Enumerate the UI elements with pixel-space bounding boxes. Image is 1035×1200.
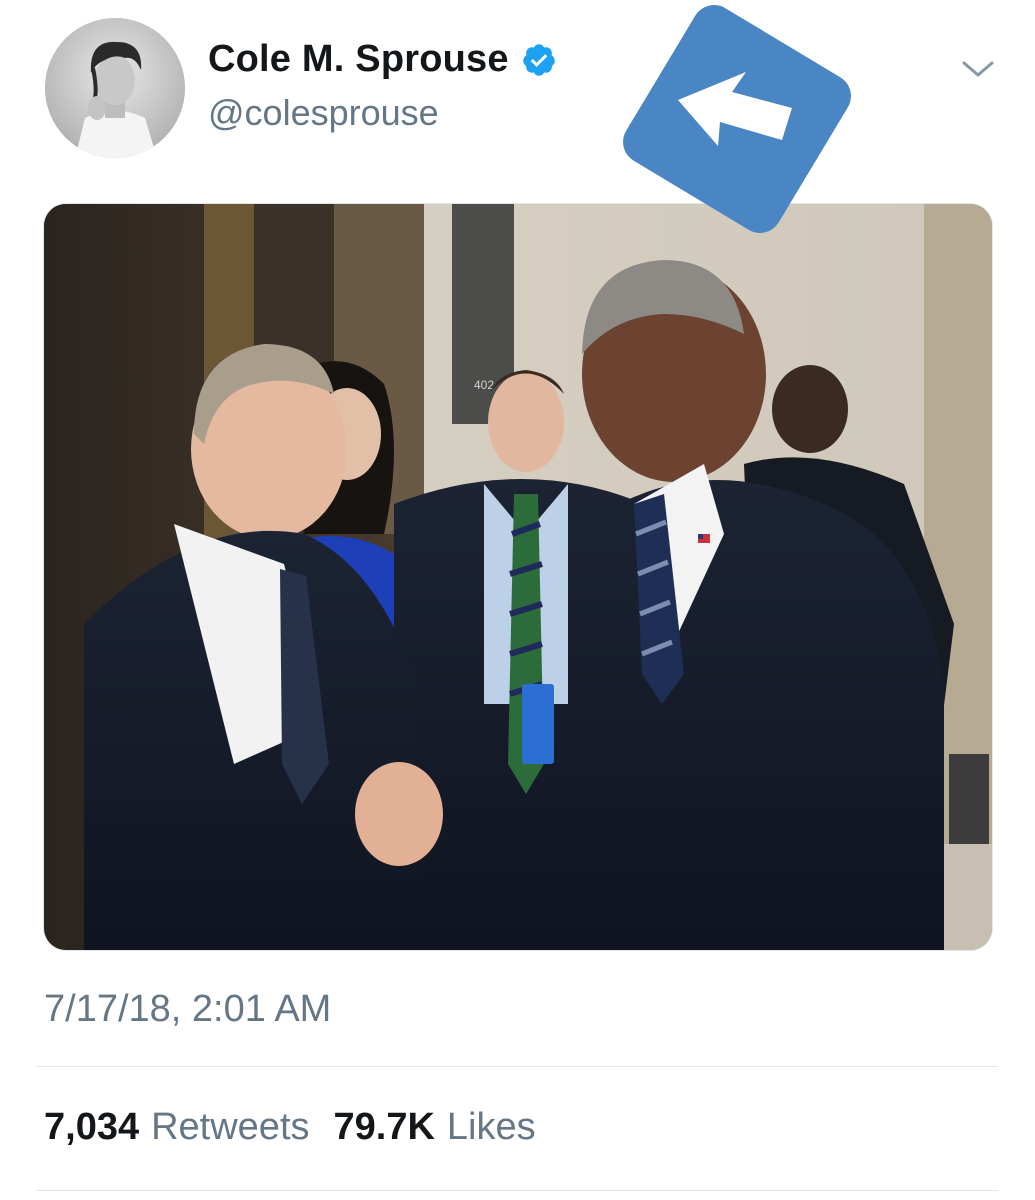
divider — [36, 1066, 998, 1067]
author-handle[interactable]: @colesprouse — [208, 92, 439, 134]
photo-illustration: 402 — [44, 204, 992, 950]
author-name-text: Cole M. Sprouse — [208, 38, 509, 80]
likes-count: 79.7K — [333, 1106, 435, 1148]
tweet-media-photo[interactable]: 402 — [44, 204, 992, 950]
chevron-down-icon[interactable] — [960, 55, 996, 83]
divider — [36, 1190, 998, 1191]
author-display-name[interactable]: Cole M. Sprouse — [208, 38, 557, 81]
retweets-count: 7,034 — [44, 1106, 140, 1148]
avatar-photo — [45, 18, 185, 158]
arrow-up-left-icon — [623, 5, 851, 233]
author-avatar[interactable] — [45, 18, 185, 158]
likes-label: Likes — [446, 1106, 536, 1148]
retweets-stat[interactable]: 7,034 Retweets — [44, 1106, 310, 1149]
likes-stat[interactable]: 79.7K Likes — [334, 1106, 536, 1149]
tweet-timestamp[interactable]: 7/17/18, 2:01 AM — [44, 988, 331, 1031]
verified-badge-icon — [522, 43, 555, 76]
tweet-stats: 7,034 Retweets 79.7K Likes — [44, 1106, 536, 1149]
retweets-label: Retweets — [151, 1106, 310, 1148]
